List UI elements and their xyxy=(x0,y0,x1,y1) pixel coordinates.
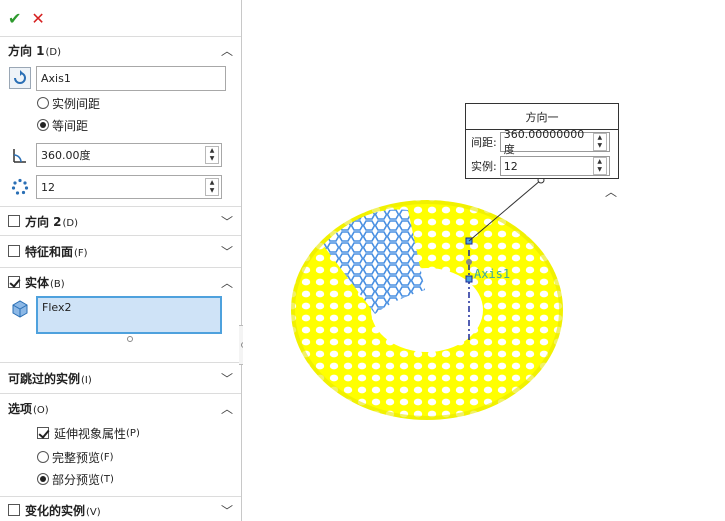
axis-marker xyxy=(466,259,472,265)
axis-label: Axis1 xyxy=(474,267,510,281)
graphics-area[interactable]: Axis1 ︿ xyxy=(243,0,725,521)
reverse-direction-icon[interactable] xyxy=(9,67,31,89)
skip-instances-header[interactable]: 可跳过的实例(I) ﹀ xyxy=(0,363,241,393)
varied-instances-header[interactable]: 变化的实例(V) ﹀ xyxy=(0,497,241,521)
solid-body-icon xyxy=(9,298,31,320)
direction1-title: 方向 1 xyxy=(8,44,45,58)
direction1-shortcut: (D) xyxy=(45,47,62,58)
spin-up-icon[interactable]: ▲ xyxy=(206,147,218,155)
resize-handle[interactable] xyxy=(127,336,133,342)
direction2-checkbox[interactable] xyxy=(8,214,20,227)
angle-spinner[interactable]: ▲ ▼ xyxy=(205,146,219,164)
chevron-down-icon[interactable]: ﹀ xyxy=(221,213,233,230)
propagate-visual-shortcut: (P) xyxy=(126,427,140,439)
angle-field[interactable]: 360.00度 ▲ ▼ xyxy=(36,143,222,167)
spin-down-icon[interactable]: ▼ xyxy=(594,142,606,150)
count-spinner[interactable]: ▲ ▼ xyxy=(205,178,219,196)
angle-icon xyxy=(9,144,31,166)
partial-preview-label: 部分预览 xyxy=(52,472,101,487)
callout-count-value: 12 xyxy=(503,159,518,173)
full-preview-shortcut: (F) xyxy=(100,451,114,463)
direction-callout: 方向一 间距: 360.00000000度 ▲ ▼ 实例: 12 ▲ ▼ xyxy=(465,103,619,179)
spin-up-icon[interactable]: ▲ xyxy=(594,158,606,166)
callout-title: 方向一 xyxy=(466,104,618,130)
cancel-x-icon[interactable]: ✕ xyxy=(31,9,44,28)
model-view[interactable]: Axis1 ︿ xyxy=(243,0,725,521)
callout-spacing-spinner[interactable]: ▲ ▼ xyxy=(593,133,607,151)
equal-spacing-radio[interactable] xyxy=(37,119,49,131)
full-preview-option[interactable]: 完整预览 (F) xyxy=(0,446,241,468)
callout-spacing-field[interactable]: 360.00000000度 ▲ ▼ xyxy=(499,128,610,156)
skip-instances-title: 可跳过的实例 xyxy=(8,371,81,386)
bodies-shortcut: (B) xyxy=(50,278,65,290)
propagate-visual-label: 延伸视象属性 xyxy=(54,426,127,441)
propagate-visual-option[interactable]: 延伸视象属性 (P) xyxy=(0,422,241,444)
spin-up-icon[interactable]: ▲ xyxy=(206,179,218,187)
varied-instances-checkbox[interactable] xyxy=(8,503,20,516)
spin-up-icon[interactable]: ▲ xyxy=(594,134,606,142)
angle-value: 360.00度 xyxy=(41,149,91,162)
axis-selection-field[interactable]: Axis1 xyxy=(36,65,226,91)
instances-icon xyxy=(9,176,31,198)
instance-count-field[interactable]: 12 ▲ ▼ xyxy=(36,175,222,199)
features-title: 特征和面 xyxy=(25,245,74,259)
callout-count-label: 实例: xyxy=(471,160,497,173)
callout-collapse-icon[interactable]: ︿ xyxy=(605,185,617,199)
direction1-header[interactable]: 方向 1(D) ︿ xyxy=(0,37,241,64)
instance-count-value: 12 xyxy=(41,180,55,194)
full-preview-label: 完整预览 xyxy=(52,450,101,465)
chevron-up-icon[interactable]: ︿ xyxy=(221,400,233,417)
bodies-checkbox[interactable] xyxy=(8,275,20,288)
features-checkbox[interactable] xyxy=(8,245,20,257)
direction2-shortcut: (D) xyxy=(62,217,79,229)
chevron-up-icon[interactable]: ︿ xyxy=(221,274,233,291)
instance-spacing-option[interactable]: 实例间距 xyxy=(0,92,241,114)
varied-instances-shortcut: (V) xyxy=(86,506,101,518)
equal-spacing-label: 等间距 xyxy=(52,118,89,133)
equal-spacing-option[interactable]: 等间距 xyxy=(0,114,241,136)
chevron-down-icon[interactable]: ﹀ xyxy=(221,502,233,519)
instance-spacing-radio[interactable] xyxy=(37,97,49,109)
callout-spacing-value: 360.00000000度 xyxy=(503,127,585,156)
skip-instances-shortcut: (I) xyxy=(81,374,92,386)
spin-down-icon[interactable]: ▼ xyxy=(206,155,218,163)
features-header[interactable]: 特征和面(F) ﹀ xyxy=(0,236,241,267)
axis-handle[interactable] xyxy=(465,275,473,283)
propagate-visual-checkbox[interactable] xyxy=(37,427,49,439)
bodies-selection-list[interactable]: Flex2 xyxy=(36,296,222,334)
varied-instances-title: 变化的实例 xyxy=(25,503,86,518)
chevron-down-icon[interactable]: ﹀ xyxy=(221,370,233,387)
spin-down-icon[interactable]: ▼ xyxy=(206,187,218,195)
property-manager: ✔ ✕ 方向 1(D) ︿ Axis1 实例间距 等间距 360.00度 ▲ ▼ … xyxy=(0,0,242,521)
callout-count-spinner[interactable]: ▲ ▼ xyxy=(592,157,607,175)
options-title: 选项 xyxy=(8,401,33,416)
torus-pattern xyxy=(243,0,725,521)
partial-preview-option[interactable]: 部分预览 (T) xyxy=(0,468,241,490)
partial-preview-shortcut: (T) xyxy=(100,473,114,485)
chevron-up-icon[interactable]: ︿ xyxy=(221,42,233,59)
chevron-down-icon[interactable]: ﹀ xyxy=(221,243,233,260)
list-item[interactable]: Flex2 xyxy=(42,301,216,314)
bodies-title: 实体 xyxy=(25,275,50,290)
options-header[interactable]: 选项(O) ︿ xyxy=(0,394,241,422)
full-preview-radio[interactable] xyxy=(37,451,49,463)
callout-spacing-label: 间距: xyxy=(471,136,497,149)
instance-spacing-label: 实例间距 xyxy=(52,96,101,111)
partial-preview-radio[interactable] xyxy=(37,473,49,485)
features-shortcut: (F) xyxy=(74,248,88,259)
options-shortcut: (O) xyxy=(33,404,49,416)
direction2-title: 方向 2 xyxy=(25,214,62,229)
callout-count-field[interactable]: 12 ▲ ▼ xyxy=(499,156,610,176)
ok-check-icon[interactable]: ✔ xyxy=(8,9,21,28)
bodies-header[interactable]: 实体(B) ︿ xyxy=(0,268,241,296)
ok-cancel-bar: ✔ ✕ xyxy=(0,0,241,37)
spin-down-icon[interactable]: ▼ xyxy=(594,166,606,174)
direction2-header[interactable]: 方向 2(D) ﹀ xyxy=(0,207,241,235)
